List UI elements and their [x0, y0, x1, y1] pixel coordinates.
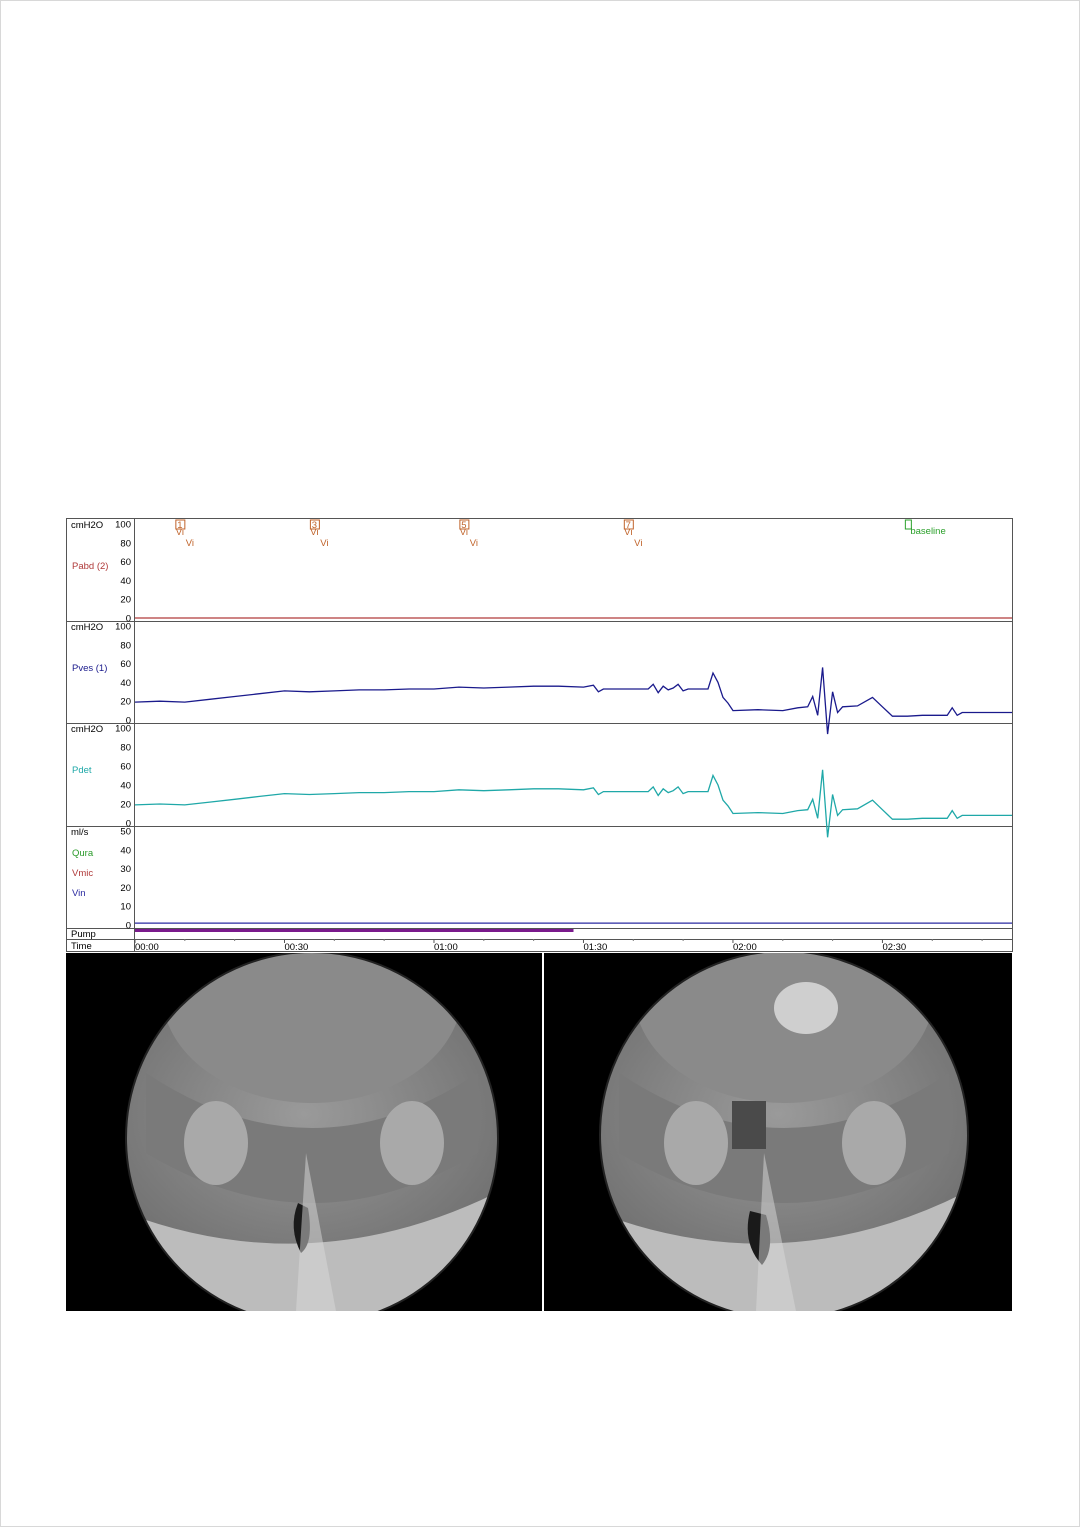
y-tick-label: 20 [120, 883, 131, 894]
x-tick-label: 02:00 [733, 942, 757, 953]
y-tick-label: 0 [126, 921, 131, 932]
event-marker-sub: Vi [310, 527, 318, 538]
x-tick-label: 02:30 [882, 942, 906, 953]
y-tick-label: 40 [120, 845, 131, 856]
event-marker-label: Vi [634, 538, 642, 549]
channel-name: Pves (1) [72, 663, 107, 674]
series-label: Qura [72, 848, 94, 859]
event-marker-label: Vi [320, 538, 328, 549]
x-tick-label: 00:00 [135, 942, 159, 953]
chart-frame [66, 518, 1013, 952]
y-tick-label: 40 [120, 576, 131, 587]
y-tick-label: 80 [120, 640, 131, 651]
channel-name: Pdet [72, 765, 92, 776]
unit-label: ml/s [71, 827, 89, 838]
event-marker-sub: Vi [176, 527, 184, 538]
y-tick-label: 80 [120, 538, 131, 549]
series-label: Vmic [72, 868, 93, 879]
pump-bar [135, 929, 574, 932]
fluoroscopy-image-right [544, 953, 1012, 1311]
event-marker-sub: Vi [460, 527, 468, 538]
x-tick-label: 00:30 [284, 942, 308, 953]
series-label: Vin [72, 888, 86, 899]
y-tick-label: 40 [120, 781, 131, 792]
pump-label: Pump [71, 929, 96, 940]
unit-label: cmH2O [71, 724, 103, 735]
y-tick-label: 100 [115, 622, 131, 633]
y-tick-label: 100 [115, 520, 131, 531]
unit-label: cmH2O [71, 520, 103, 531]
y-tick-label: 80 [120, 743, 131, 754]
y-tick-label: 60 [120, 659, 131, 670]
event-marker-label: Vi [186, 538, 194, 549]
y-tick-label: 10 [120, 902, 131, 913]
time-label: Time [71, 941, 92, 952]
event-marker-label: Vi [470, 538, 478, 549]
y-tick-label: 60 [120, 762, 131, 773]
event-marker-sub: Vi [624, 527, 632, 538]
y-tick-label: 30 [120, 864, 131, 875]
y-tick-label: 20 [120, 697, 131, 708]
x-tick-label: 01:00 [434, 942, 458, 953]
y-tick-label: 60 [120, 557, 131, 568]
x-tick-label: 01:30 [583, 942, 607, 953]
y-tick-label: 40 [120, 678, 131, 689]
y-tick-label: 50 [120, 827, 131, 838]
channel-name: Pabd (2) [72, 561, 108, 572]
unit-label: cmH2O [71, 622, 103, 633]
fluoroscopy-image-left [66, 953, 542, 1311]
y-tick-label: 20 [120, 800, 131, 811]
y-tick-label: 100 [115, 724, 131, 735]
urodynamics-chart: cmH2O 100 80 60 40 20 0 Pabd (2) cmH2O 100 80 60 40 2… [66, 518, 1013, 953]
y-tick-label: 20 [120, 595, 131, 606]
event-label: baseline [910, 526, 945, 537]
